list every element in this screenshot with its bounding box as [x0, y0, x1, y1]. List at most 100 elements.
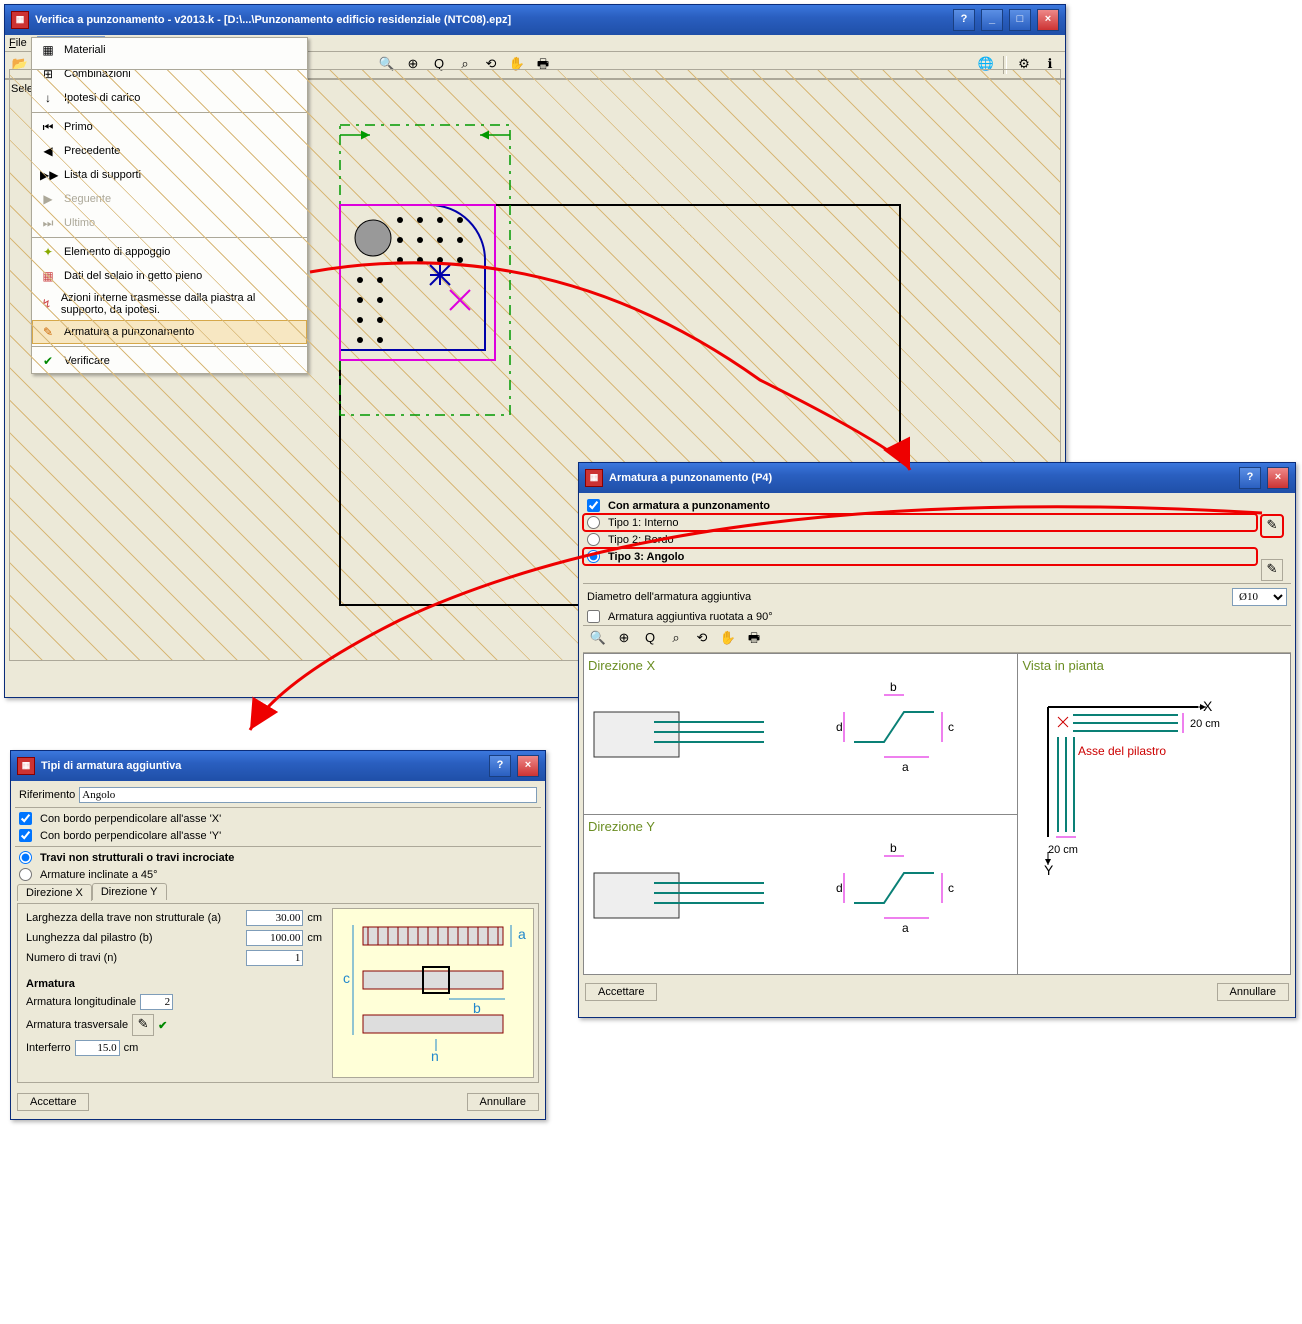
help-button[interactable]: ? — [489, 755, 511, 777]
chk-ruotata-label: Armatura aggiuntiva ruotata a 90° — [608, 611, 773, 623]
annullare-button[interactable]: Annullare — [1217, 983, 1289, 1001]
radio-tipo3-label: Tipo 3: Angolo — [608, 551, 684, 563]
chk-bordo-x[interactable] — [19, 812, 32, 825]
dialog-tipi-body: Riferimento Con bordo perpendicolare all… — [11, 781, 545, 1117]
svg-text:20 cm: 20 cm — [1048, 844, 1078, 856]
annullare-button[interactable]: Annullare — [467, 1093, 539, 1111]
menu-file[interactable]: FFileile — [9, 37, 27, 49]
tab-direzione-y[interactable]: Direzione Y — [92, 883, 167, 900]
zoom-window-icon[interactable]: 🔍 — [587, 628, 609, 650]
dialog-tipi-titlebar: ▦ Tipi di armatura aggiuntiva ? × — [11, 751, 545, 781]
close-button[interactable]: × — [1267, 467, 1289, 489]
app-icon: ▦ — [11, 11, 29, 29]
edit-tipo2-icon[interactable]: ✎ — [1261, 559, 1283, 581]
svg-text:b: b — [890, 680, 897, 694]
dialog-tipi: ▦ Tipi di armatura aggiuntiva ? × Riferi… — [10, 750, 546, 1120]
svg-text:20 cm: 20 cm — [1190, 718, 1220, 730]
zoom-extend-icon[interactable]: ⊕ — [613, 628, 635, 650]
diametro-select[interactable]: Ø10 — [1232, 588, 1287, 606]
diagram-vista-pianta: X Y 20 cm 20 cm Asse del pilastro — [1018, 677, 1290, 937]
pan-icon[interactable]: ✋ — [717, 628, 739, 650]
help-button[interactable]: ? — [953, 9, 975, 31]
accettare-button[interactable]: Accettare — [585, 983, 657, 1001]
interferro-input[interactable] — [75, 1040, 120, 1056]
close-button[interactable]: × — [517, 755, 539, 777]
app-icon: ▦ — [585, 469, 603, 487]
armatura-heading: Armatura — [22, 976, 326, 992]
svg-text:a: a — [902, 921, 909, 935]
app-icon: ▦ — [17, 757, 35, 775]
chk-ruotata[interactable] — [587, 610, 600, 623]
preview-diagram: a b c n — [332, 908, 534, 1078]
dialog-armatura-title: Armatura a punzonamento (P4) — [609, 472, 1233, 484]
dialog-armatura-titlebar: ▦ Armatura a punzonamento (P4) ? × — [579, 463, 1295, 493]
svg-text:a: a — [902, 760, 909, 774]
riferimento-input[interactable] — [79, 787, 537, 803]
larghezza-input[interactable] — [246, 910, 303, 926]
radio-inclinate-label: Armature inclinate a 45° — [40, 869, 158, 881]
lunghezza-label: Lunghezza dal pilastro (b) — [26, 932, 242, 944]
interferro-label: Interferro — [26, 1042, 71, 1054]
svg-text:c: c — [948, 720, 954, 734]
svg-text:Y: Y — [1044, 862, 1054, 878]
dialog-armatura: ▦ Armatura a punzonamento (P4) ? × Con a… — [578, 462, 1296, 1018]
arm-long-label: Armatura longitudinale — [26, 996, 136, 1008]
svg-text:b: b — [890, 841, 897, 855]
chk-bordo-y-label: Con bordo perpendicolare all'asse 'Y' — [40, 830, 221, 842]
svg-text:Asse del pilastro: Asse del pilastro — [1078, 744, 1166, 758]
edit-trasv-icon[interactable]: ✎ — [132, 1014, 154, 1036]
svg-text:c: c — [948, 881, 954, 895]
edit-tipo-icon[interactable]: ✎ — [1261, 515, 1283, 537]
zoom-in-icon[interactable]: Q — [639, 628, 661, 650]
radio-tipo3[interactable] — [587, 550, 600, 563]
larghezza-label: Larghezza della trave non strutturale (a… — [26, 912, 242, 924]
arm-trasv-label: Armatura trasversale — [26, 1019, 128, 1031]
maximize-button[interactable]: □ — [1009, 9, 1031, 31]
help-button[interactable]: ? — [1239, 467, 1261, 489]
materials-icon: ▦ — [40, 42, 56, 58]
dialog-arm-toolbar: 🔍 ⊕ Q ⌕ ⟲ ✋ 🖶 — [583, 625, 1291, 653]
radio-travi[interactable] — [19, 851, 32, 864]
tabbar: Direzione X Direzione Y — [15, 883, 541, 900]
dialog-armatura-body: Con armatura a punzonamento Tipo 1: Inte… — [579, 493, 1295, 1007]
numero-input[interactable] — [246, 950, 303, 966]
diametro-label: Diametro dell'armatura aggiuntiva — [587, 591, 1228, 603]
main-titlebar: ▦ Verifica a punzonamento - v2013.k - [D… — [5, 5, 1065, 35]
numero-label: Numero di travi (n) — [26, 952, 242, 964]
svg-text:n: n — [431, 1048, 439, 1064]
chk-bordo-y[interactable] — [19, 829, 32, 842]
arm-long-input[interactable] — [140, 994, 173, 1010]
diagram-direzione-y: b c d a — [584, 838, 1017, 948]
section-direzione-x: Direzione X — [584, 654, 1017, 677]
tab-content: Larghezza della trave non strutturale (a… — [17, 903, 539, 1083]
chk-con-armatura[interactable] — [587, 499, 600, 512]
check-icon: ✔ — [158, 1019, 167, 1032]
zoom-prev-icon[interactable]: ⟲ — [691, 628, 713, 650]
radio-inclinate[interactable] — [19, 868, 32, 881]
diagram-direzione-x: b c d a — [584, 677, 1017, 787]
print-icon[interactable]: 🖶 — [743, 628, 765, 650]
main-title: Verifica a punzonamento - v2013.k - [D:\… — [35, 14, 947, 26]
zoom-out-icon[interactable]: ⌕ — [665, 628, 687, 650]
radio-tipo1[interactable] — [587, 516, 600, 529]
tab-direzione-x[interactable]: Direzione X — [17, 884, 92, 901]
chk-bordo-x-label: Con bordo perpendicolare all'asse 'X' — [40, 813, 221, 825]
riferimento-label: Riferimento — [19, 789, 75, 801]
dialog-tipi-title: Tipi di armatura aggiuntiva — [41, 760, 483, 772]
radio-travi-label: Travi non strutturali o travi incrociate — [40, 852, 234, 864]
section-vista-pianta: Vista in pianta — [1018, 654, 1290, 677]
svg-text:d: d — [836, 881, 843, 895]
svg-text:b: b — [473, 1000, 481, 1016]
close-button[interactable]: × — [1037, 9, 1059, 31]
radio-tipo2-label: Tipo 2: Bordo — [608, 534, 674, 546]
section-direzione-y: Direzione Y — [584, 815, 1017, 838]
accettare-button[interactable]: Accettare — [17, 1093, 89, 1111]
minimize-button[interactable]: _ — [981, 9, 1003, 31]
svg-text:a: a — [518, 926, 526, 942]
svg-text:d: d — [836, 720, 843, 734]
radio-tipo2[interactable] — [587, 533, 600, 546]
menu-item-materiali[interactable]: ▦Materiali — [32, 38, 307, 62]
svg-text:X: X — [1203, 698, 1213, 714]
svg-text:c: c — [343, 970, 350, 986]
lunghezza-input[interactable] — [246, 930, 303, 946]
